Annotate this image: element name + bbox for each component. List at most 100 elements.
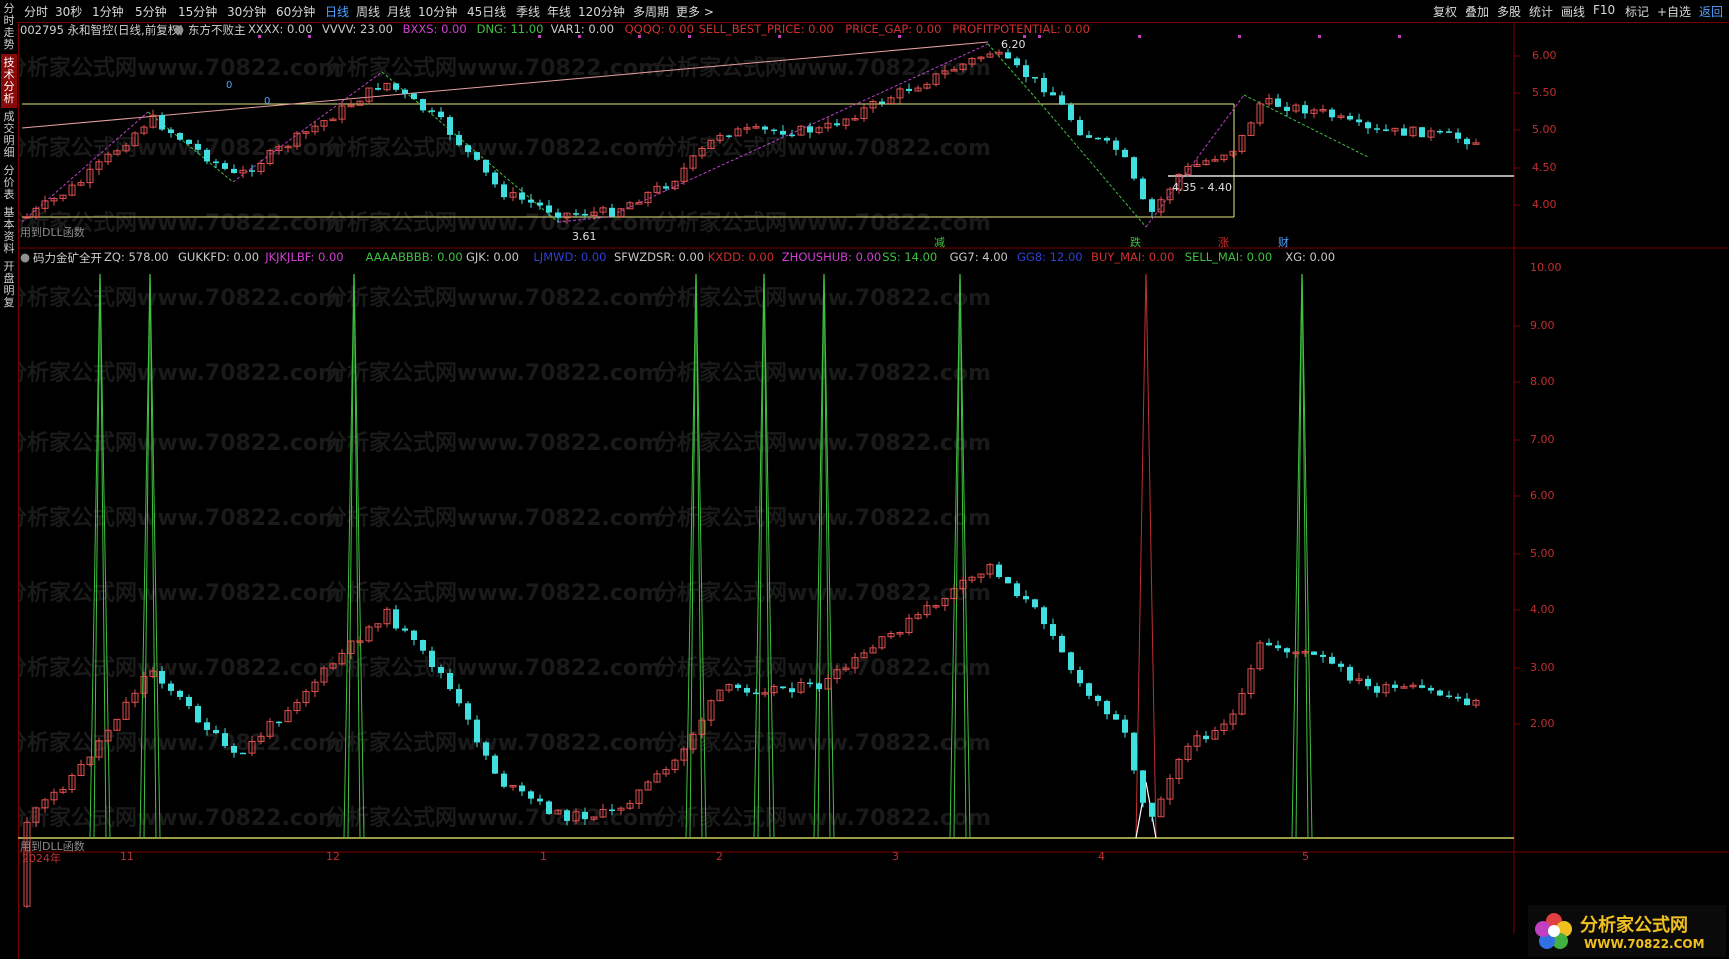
legend-item: GUKKFD: 0.00 <box>178 250 260 264</box>
legend-item: SELL_MAI: 0.00 <box>1184 250 1273 264</box>
period-tab[interactable]: 30秒 <box>55 3 82 20</box>
sidebar-tab[interactable]: 技术分析 <box>1 54 17 108</box>
date-label: 3 <box>892 850 899 863</box>
price-axis-label: 4.50 <box>1532 161 1557 174</box>
toolbar-button[interactable]: 多股 <box>1497 3 1521 20</box>
sidebar-tab[interactable]: 分时走势 <box>1 0 17 54</box>
indicator-axis-label: 8.00 <box>1530 375 1555 388</box>
sidebar-tab[interactable]: 成交明细 <box>1 108 17 162</box>
legend-item: GG8: 12.00 <box>1017 250 1083 264</box>
date-label: 12 <box>326 850 340 863</box>
main-indicator-name[interactable]: 东方不败主 <box>188 22 246 38</box>
stock-title: 002795 永和智控(日线,前复权) <box>20 23 184 37</box>
period-tab[interactable]: 15分钟 <box>178 3 217 20</box>
price-axis-label: 5.00 <box>1532 123 1557 136</box>
period-tab[interactable]: 120分钟 <box>578 3 625 20</box>
logo-url: WWW.70822.COM <box>1584 937 1705 951</box>
logo-title: 分析家公式网 <box>1580 915 1688 936</box>
left-sidebar: 分时走势 技术分析 成交明细 分价表 基本资料 开盘明复 <box>0 0 19 959</box>
period-tab[interactable]: 更多 > <box>676 3 714 20</box>
indicator-axis-label: 9.00 <box>1530 319 1555 332</box>
toolbar-button[interactable]: 复权 <box>1433 3 1457 20</box>
period-tab[interactable]: 30分钟 <box>227 3 266 20</box>
sidebar-tab[interactable]: 基本资料 <box>1 204 17 258</box>
flower-logo-icon <box>1535 913 1572 949</box>
date-label: 1 <box>540 850 547 863</box>
period-tab[interactable]: 5分钟 <box>135 3 167 20</box>
legend-item: JKJKJLBF: 0.00 <box>265 250 344 264</box>
legend-item: XG: 0.00 <box>1285 250 1336 264</box>
period-tab[interactable]: 45日线 <box>467 3 506 20</box>
legend-item: DNG: 11.00 <box>476 22 544 36</box>
toolbar-button[interactable]: +自选 <box>1657 3 1691 20</box>
indicator-panel[interactable] <box>18 274 1729 934</box>
low-price-label: 3.61 <box>572 230 597 243</box>
toolbar-button[interactable]: 统计 <box>1529 3 1553 20</box>
signal-badge: 减 <box>934 236 945 249</box>
legend-item: GG7: 4.00 <box>949 250 1008 264</box>
period-tab[interactable]: 日线 <box>325 3 349 20</box>
sidebar-tab[interactable]: 分价表 <box>1 162 17 204</box>
legend-item: SELL_BEST_PRICE: 0.00 <box>698 22 834 36</box>
signal-badge: 涨 <box>1218 236 1229 249</box>
date-label: 2024年 <box>22 852 61 865</box>
range-label: 4.35 - 4.40 <box>1172 181 1232 194</box>
price-chart-panel[interactable] <box>18 22 1729 274</box>
zero-label-b: 0 <box>264 96 271 107</box>
date-label: 11 <box>120 850 134 863</box>
site-logo: 分析家公式网 WWW.70822.COM <box>1528 905 1726 957</box>
indicator-axis-label: 10.00 <box>1530 261 1562 274</box>
period-tab[interactable]: 月线 <box>387 3 411 20</box>
signal-badge: 财 <box>1278 236 1289 249</box>
signal-badge: 跌 <box>1130 236 1141 249</box>
toolbar-button[interactable]: 叠加 <box>1465 3 1489 20</box>
indicator-name[interactable]: 码力金矿全开 <box>33 250 102 266</box>
legend-item: PRICE_GAP: 0.00 <box>845 22 942 36</box>
price-axis-label: 4.00 <box>1532 198 1557 211</box>
indicator-axis-label: 3.00 <box>1530 661 1555 674</box>
price-chart <box>18 22 1729 274</box>
indicator-axis-label: 5.00 <box>1530 547 1555 560</box>
date-label: 5 <box>1302 850 1309 863</box>
legend-item: GJK: 0.00 <box>466 250 519 264</box>
period-tab[interactable]: 年线 <box>547 3 571 20</box>
legend-item: XXXX: 0.00 <box>248 22 313 36</box>
period-tab[interactable]: 分时 <box>24 3 48 20</box>
legend-item: VVVV: 23.00 <box>322 22 393 36</box>
period-toolbar: 分时 30秒 1分钟 5分钟 15分钟 30分钟 60分钟 日线 周线 月线 10分钟 45日线 季线年… <box>18 0 1729 23</box>
indicator-toggle-icon-2[interactable]: ● <box>20 250 30 264</box>
toolbar-button[interactable]: F10 <box>1593 3 1615 17</box>
indicator-axis-label: 4.00 <box>1530 603 1555 616</box>
indicator-chart <box>18 274 1729 934</box>
legend-item: AAAABBBB: 0.00 <box>365 250 463 264</box>
date-label: 4 <box>1098 850 1105 863</box>
period-tab[interactable]: 周线 <box>356 3 380 20</box>
indicator-axis-label: 7.00 <box>1530 433 1555 446</box>
sidebar-tab[interactable]: 开盘明复 <box>1 258 17 312</box>
indicator-axis-label: 2.00 <box>1530 717 1555 730</box>
period-tab[interactable]: 多周期 <box>633 3 669 20</box>
toolbar-button[interactable]: 返回 <box>1699 3 1723 20</box>
date-label: 2 <box>716 850 723 863</box>
legend-item: PROFITPOTENTIAL: 0.00 <box>952 22 1090 36</box>
toolbar-button[interactable]: 标记 <box>1625 3 1649 20</box>
legend-item: ZHOUSHUB: 0.00 <box>781 250 882 264</box>
legend-item: BXXS: 0.00 <box>402 22 467 36</box>
price-axis-label: 5.50 <box>1532 86 1557 99</box>
high-price-label: 6.20 <box>1001 38 1026 51</box>
legend-item: SS: 14.00 <box>882 250 938 264</box>
legend-item: QQQQ: 0.00 <box>624 22 694 36</box>
indicator-axis-label: 6.00 <box>1530 489 1555 502</box>
indicator-toggle-icon[interactable]: ● <box>174 22 184 36</box>
period-tab[interactable]: 60分钟 <box>276 3 315 20</box>
toolbar-button[interactable]: 画线 <box>1561 3 1585 20</box>
period-tab[interactable]: 1分钟 <box>92 3 124 20</box>
period-tab[interactable]: 10分钟 <box>418 3 457 20</box>
period-tab[interactable]: 季线 <box>516 3 540 20</box>
dll-note-main: 用到DLL函数 <box>20 226 85 239</box>
legend-item: SFWZDSR: 0.00 <box>614 250 705 264</box>
legend-item: VAR1: 0.00 <box>550 22 615 36</box>
legend-item: KXDD: 0.00 <box>707 250 775 264</box>
zero-label-a: 0 <box>226 80 233 91</box>
legend-item: BUY_MAI: 0.00 <box>1091 250 1175 264</box>
